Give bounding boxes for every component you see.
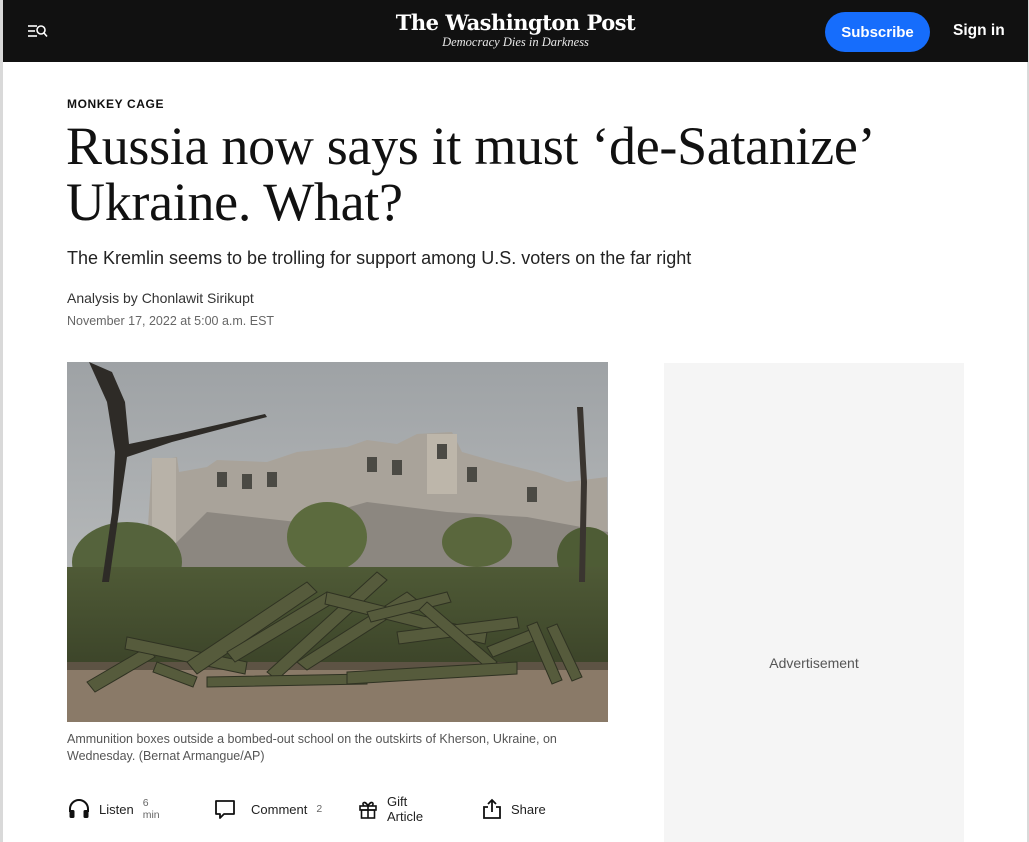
- share-icon: [481, 798, 503, 820]
- window-frame-left: [0, 0, 3, 842]
- comment-icon: [214, 798, 236, 820]
- comment-button[interactable]: Comment 2: [214, 796, 322, 822]
- share-button[interactable]: Share: [481, 796, 546, 822]
- subscribe-button[interactable]: Subscribe: [825, 12, 930, 52]
- gift-article-label: Gift Article: [387, 794, 424, 824]
- advertisement-slot[interactable]: Advertisement: [664, 363, 964, 842]
- section-kicker[interactable]: MONKEY CAGE: [67, 97, 164, 111]
- comment-label: Comment: [251, 801, 308, 817]
- listen-duration: 6 min: [142, 797, 160, 821]
- headphones-icon: [67, 797, 91, 821]
- share-label: Share: [511, 801, 546, 817]
- gift-icon: [357, 798, 379, 820]
- top-navigation-bar: The Washington Post Democracy Dies in Da…: [3, 0, 1028, 62]
- article-subheadline: The Kremlin seems to be trolling for sup…: [67, 248, 692, 268]
- sign-in-link[interactable]: Sign in: [953, 22, 1005, 40]
- listen-button[interactable]: Listen 6 min: [67, 796, 160, 822]
- photo-caption: Ammunition boxes outside a bombed-out sc…: [67, 732, 557, 763]
- gift-article-button[interactable]: Gift Article: [357, 794, 424, 824]
- article-headline: Russia now says it must ‘de-Satanize’ Uk…: [66, 116, 872, 232]
- article-byline[interactable]: Analysis by Chonlawit Sirikupt: [67, 290, 254, 306]
- article-photo[interactable]: [67, 362, 608, 722]
- advertisement-label: Advertisement: [769, 655, 859, 671]
- listen-label: Listen: [99, 801, 134, 817]
- article-date: November 17, 2022 at 5:00 a.m. EST: [67, 314, 275, 328]
- comment-count: 2: [316, 803, 323, 815]
